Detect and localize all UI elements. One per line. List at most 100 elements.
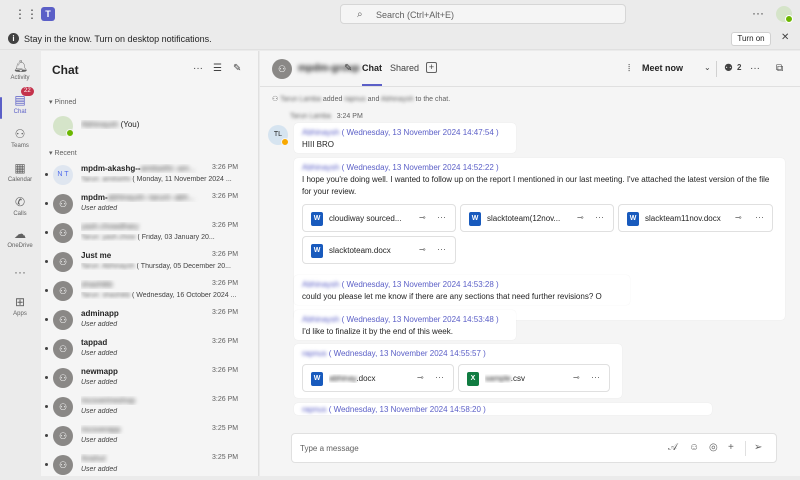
more-options-icon[interactable]: ··· [750, 63, 760, 74]
chat-preview-text: User added [81, 350, 118, 357]
message-bubble[interactable]: rapnus ( Wednesday, 13 November 2024 14:… [294, 344, 622, 398]
settings-more-icon[interactable]: ··· [752, 6, 764, 20]
chat-list-item[interactable]: ⚇ mcoverineshop 3:26 PM User added [41, 394, 259, 422]
popout-icon[interactable]: ⧉ [776, 63, 783, 74]
sender-avatar[interactable]: TL [268, 125, 289, 146]
group-avatar: ⚇ [53, 455, 73, 475]
turn-on-button[interactable]: Turn on [731, 32, 771, 46]
format-icon[interactable]: 𝒜 [668, 442, 677, 453]
file-attachment[interactable]: X sample.csv ⊸ ··· [458, 364, 610, 392]
add-icon[interactable]: + [728, 442, 734, 453]
file-attachment[interactable]: W slackteam11nov.docx ⊸ ··· [618, 204, 773, 232]
avatar: N T [53, 165, 73, 185]
chat-list-item[interactable]: ⚇ mcoverapp 3:25 PM User added [41, 423, 259, 451]
unread-dot [45, 347, 48, 350]
people-icon[interactable]: ⚉ [724, 63, 733, 74]
message-bubble[interactable]: Abhinaysh ( Wednesday, 13 November 2024 … [294, 123, 516, 153]
sender-name: Tarun Lamba [290, 113, 331, 120]
message-bubble[interactable]: rapnus ( Wednesday, 13 November 2024 14:… [294, 403, 712, 415]
rail-item-apps[interactable]: ⊞ Apps [0, 293, 40, 331]
more-options-icon[interactable]: ··· [437, 212, 446, 222]
chat-name-blurred: shashikb [81, 280, 113, 289]
add-tab-icon[interactable]: + [426, 62, 437, 73]
link-icon[interactable]: ⊸ [735, 213, 742, 222]
group-avatar: ⚇ [53, 252, 73, 272]
chat-preview-text: User added [81, 408, 118, 415]
filter-icon[interactable]: ☰ [213, 63, 222, 74]
rail-item-chat[interactable]: ▤ 22 Chat [0, 87, 40, 129]
chat-list-item[interactable]: ⚇ yash.chowdhary 3:26 PM Tarun: yash.chow (… [41, 220, 259, 248]
tab-chat[interactable]: Chat [362, 63, 382, 86]
people-count[interactable]: 2 [737, 63, 741, 72]
chat-name-blurred: yash.chowdhary [81, 222, 139, 231]
chat-preview: Tarun: yash.chow ( Friday, 03 January 20… [81, 234, 251, 241]
group-avatar: ⚇ [53, 426, 73, 446]
unread-badge: 22 [21, 87, 34, 96]
chat-list-item[interactable]: ⚇ tappad 3:26 PM User added [41, 336, 259, 364]
more-options-icon[interactable]: ··· [437, 244, 446, 254]
chat-list-item[interactable]: ⚇ adminapp 3:26 PM User added [41, 307, 259, 335]
rail-label: Chat [13, 109, 27, 115]
file-attachment[interactable]: W cloudiway sourced... ⊸ ··· [302, 204, 456, 232]
chat-preview-text: User added [81, 379, 118, 386]
chat-list-item[interactable]: ⚇ Just me 3:26 PM Tarun: Abhinaysh ( Thursd… [41, 249, 259, 277]
rail-item-onedrive[interactable]: ☁ OneDrive [0, 225, 40, 263]
more-options-icon[interactable]: ··· [755, 212, 764, 222]
loop-icon[interactable]: ◎ [709, 442, 718, 453]
chat-preview-blurred: Tarun: amitsethi [81, 176, 131, 183]
message-bubble[interactable]: Abhinaysh ( Wednesday, 13 November 2024 … [294, 275, 630, 305]
link-icon[interactable]: ⊸ [419, 213, 426, 222]
file-attachment[interactable]: W abhinay.docx ⊸ ··· [302, 364, 454, 392]
more-options-icon[interactable]: ··· [591, 372, 600, 382]
verb: added [320, 96, 345, 103]
rail-item-calendar[interactable]: ▦ Calendar [0, 159, 40, 197]
group-avatar: ⚇ [53, 310, 73, 330]
new-chat-icon[interactable]: ✎ [233, 63, 241, 74]
file-attachment[interactable]: W slacktoteam(12nov... ⊸ ··· [460, 204, 614, 232]
link-icon[interactable]: ⊸ [417, 373, 424, 382]
chat-list-item[interactable]: ⚇ mpdm-abhinaysh--tarunl--abh... 3:26 PM Us… [41, 191, 259, 219]
send-icon[interactable]: ➢ [754, 442, 762, 453]
close-icon[interactable]: ✕ [781, 32, 789, 43]
pinned-chat-item[interactable]: Abhinaysh (You) [41, 113, 259, 141]
meet-now-button[interactable]: Meet now [642, 63, 683, 73]
chat-name: tappad [81, 338, 211, 347]
conj: and [365, 96, 381, 103]
recent-section-header[interactable]: ▾ Recent [49, 149, 77, 157]
link-icon[interactable]: ⊸ [573, 373, 580, 382]
file-attachment[interactable]: W slacktoteam.docx ⊸ ··· [302, 236, 456, 264]
chat-preview-text: ( Wednesday, 16 October 2024 ... [131, 292, 237, 299]
emoji-icon[interactable]: ☺ [689, 442, 699, 453]
chat-name-text: mpdm- [81, 193, 108, 202]
teams-icon: ⚇ [14, 127, 26, 141]
app-launcher-icon[interactable]: ⋮⋮⋮ [14, 8, 50, 20]
link-icon[interactable]: ⊸ [577, 213, 584, 222]
profile-avatar[interactable] [776, 6, 793, 23]
message-author: Abhinaysh [302, 163, 340, 172]
more-options-icon[interactable]: ··· [595, 212, 604, 222]
search-input[interactable]: ⌕ Search (Ctrl+Alt+E) [340, 4, 626, 24]
chat-name-blurred: mcoverapp [81, 425, 121, 434]
message-composer[interactable]: Type a message 𝒜 ☺ ◎ + ➢ [291, 433, 777, 463]
rail-item-teams[interactable]: ⚇ Teams [0, 125, 40, 163]
chevron-down-icon[interactable]: ⌄ [704, 63, 711, 72]
notification-text: Stay in the know. Turn on desktop notifi… [24, 34, 212, 44]
chat-list-item[interactable]: ⚇ newmapp 3:26 PM User added [41, 365, 259, 393]
rail-item-activity[interactable]: 🔔︎ Activity [0, 57, 40, 95]
chat-list-item[interactable]: N Tmpdm-akashg--amitsethi--am... 3:26 PM T… [41, 162, 259, 190]
pinned-section-header[interactable]: ▾ Pinned [49, 98, 76, 106]
message-stamp: ( Wednesday, 13 November 2024 14:52:22 ) [339, 163, 499, 172]
chat-preview-blurred: Tarun: Abhinaysh [81, 263, 135, 270]
chat-list-item[interactable]: ⚇ shashikb 3:26 PM Tarun: shashikb ( Wednes… [41, 278, 259, 306]
link-icon[interactable]: ⊸ [419, 245, 426, 254]
tab-shared[interactable]: Shared [390, 63, 419, 73]
edit-name-icon[interactable]: ✎ [344, 63, 352, 74]
chat-name: Anshul [81, 454, 211, 463]
rail-item-more[interactable]: ··· [0, 263, 40, 283]
message-bubble[interactable]: Abhinaysh ( Wednesday, 13 November 2024 … [294, 310, 516, 340]
more-options-icon[interactable]: ··· [193, 63, 203, 74]
chat-time: 3:26 PM [212, 222, 239, 229]
chat-time: 3:26 PM [212, 164, 239, 171]
more-options-icon[interactable]: ··· [435, 372, 444, 382]
message-author: Abhinaysh [302, 280, 340, 289]
